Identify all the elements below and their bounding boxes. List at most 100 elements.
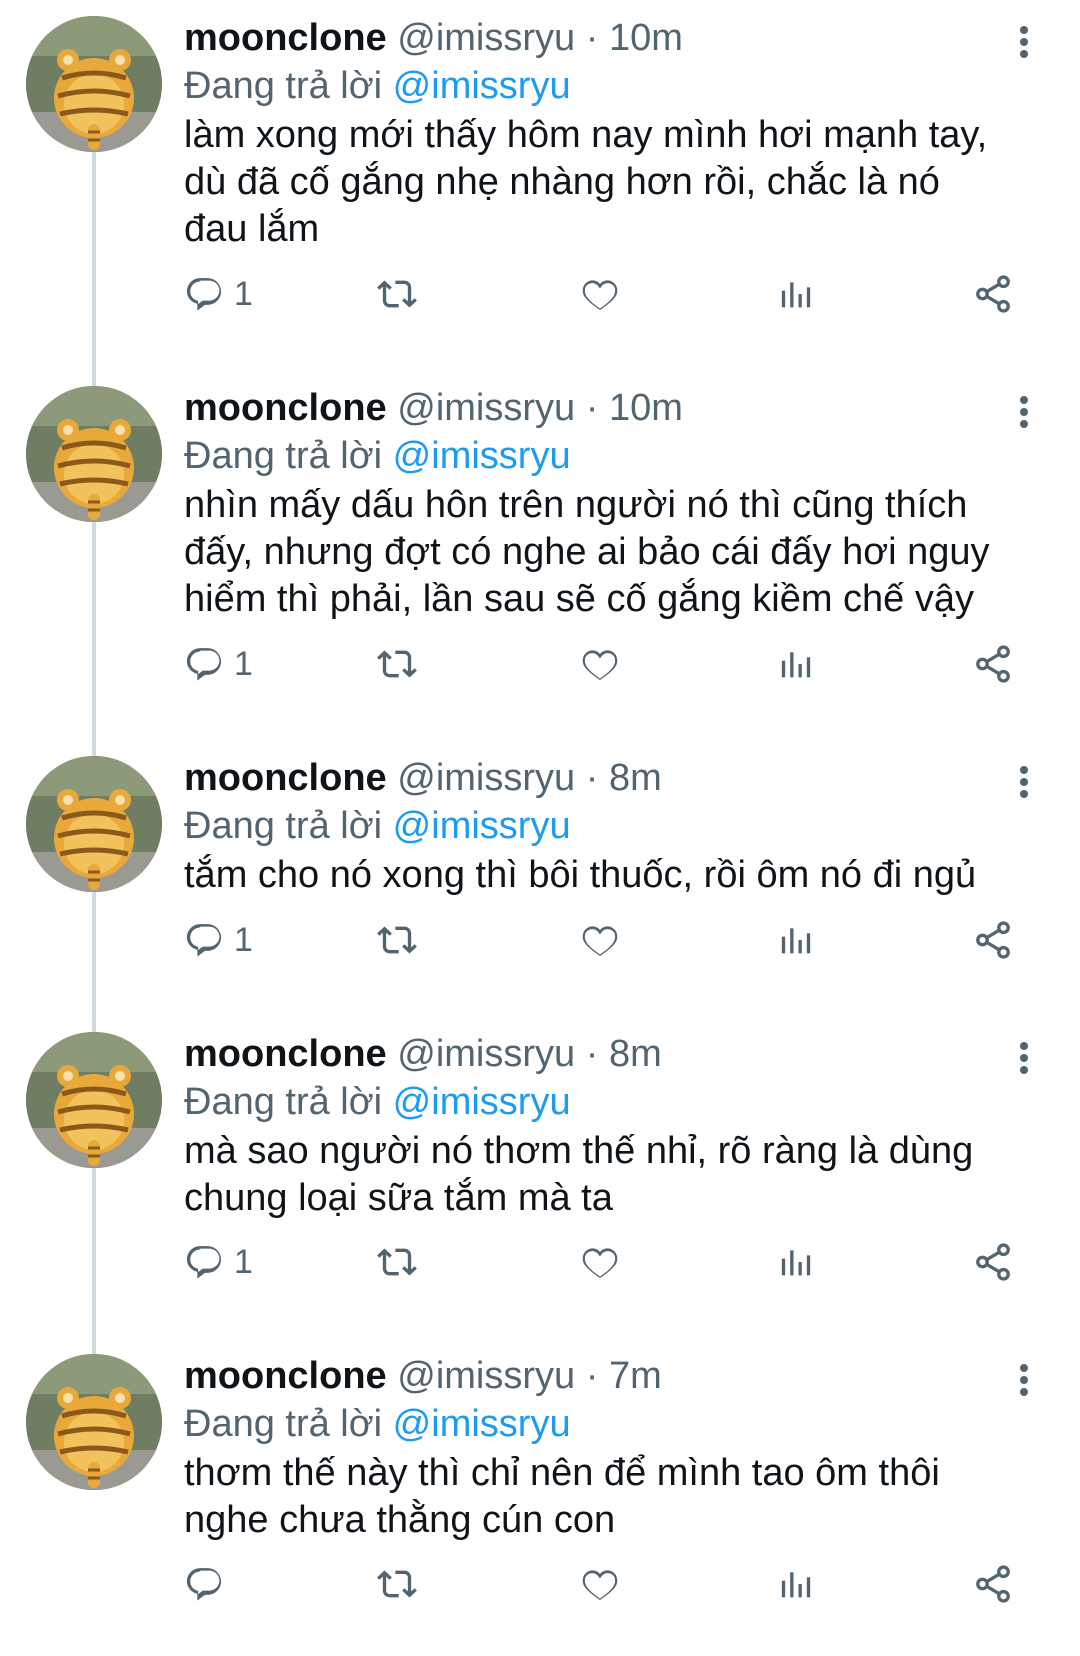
like-button[interactable]: [580, 636, 620, 692]
user-handle[interactable]: @imissryu: [397, 1355, 575, 1397]
mention-link[interactable]: @imissryu: [393, 65, 571, 107]
share-button[interactable]: [972, 1556, 1014, 1612]
reply-button[interactable]: [184, 1556, 234, 1612]
avatar[interactable]: [26, 756, 162, 892]
tweet-thread: moonclone @imissryu · 10m Đang trả lời @i…: [0, 0, 1080, 1656]
tweet-text-line: đấy, nhưng đợt có nghe ai bảo cái đấy hơ…: [184, 531, 990, 573]
user-handle[interactable]: @imissryu: [397, 757, 575, 799]
retweet-icon: [374, 644, 420, 684]
share-icon: [972, 919, 1014, 961]
tweet-text: tắm cho nó xong thì bôi thuốc, rồi ôm nó…: [184, 852, 1064, 899]
retweet-button[interactable]: [374, 912, 420, 968]
tweet-text-line: dù đã cố gắng nhẹ nhàng hơn rồi, chắc là…: [184, 161, 940, 203]
reply-button[interactable]: 1: [184, 912, 253, 968]
reply-button[interactable]: 1: [184, 1234, 253, 1290]
replying-to: Đang trả lời @imissryu: [184, 62, 571, 110]
tweet-text-line: mà sao người nó thơm thế nhỉ, rõ ràng là…: [184, 1130, 974, 1172]
share-icon: [972, 1563, 1014, 1605]
replying-to-label: Đang trả lời: [184, 805, 383, 847]
tweet-text-line: thơm thế này thì chỉ nên để mình tao ôm …: [184, 1452, 940, 1494]
heart-icon: [580, 1564, 620, 1604]
tweet[interactable]: moonclone @imissryu · 10m Đang trả lời @i…: [0, 370, 1080, 740]
display-name[interactable]: moonclone: [184, 387, 387, 429]
heart-icon: [580, 644, 620, 684]
tweet-text-line: tắm cho nó xong thì bôi thuốc, rồi ôm nó…: [184, 854, 977, 896]
replying-to: Đang trả lời @imissryu: [184, 802, 571, 850]
action-bar: 1: [184, 912, 1034, 968]
reply-button[interactable]: 1: [184, 636, 253, 692]
separator-dot: ·: [585, 1033, 599, 1075]
display-name[interactable]: moonclone: [184, 1033, 387, 1075]
tweet-header: moonclone @imissryu · 8m: [184, 1030, 662, 1078]
retweet-button[interactable]: [374, 1556, 420, 1612]
action-bar: 1: [184, 266, 1034, 322]
retweet-button[interactable]: [374, 636, 420, 692]
mention-link[interactable]: @imissryu: [393, 1403, 571, 1445]
tweet-header: moonclone @imissryu · 8m: [184, 754, 662, 802]
retweet-button[interactable]: [374, 266, 420, 322]
timestamp[interactable]: 7m: [609, 1355, 662, 1397]
tweet[interactable]: moonclone @imissryu · 10m Đang trả lời @i…: [0, 0, 1080, 370]
views-button[interactable]: [776, 1234, 816, 1290]
retweet-icon: [374, 920, 420, 960]
share-button[interactable]: [972, 912, 1014, 968]
user-handle[interactable]: @imissryu: [397, 17, 575, 59]
replying-to: Đang trả lời @imissryu: [184, 1078, 571, 1126]
tweet-header: moonclone @imissryu · 10m: [184, 384, 683, 432]
user-handle[interactable]: @imissryu: [397, 1033, 575, 1075]
like-button[interactable]: [580, 266, 620, 322]
display-name[interactable]: moonclone: [184, 757, 387, 799]
timestamp[interactable]: 10m: [609, 387, 683, 429]
avatar[interactable]: [26, 1354, 162, 1490]
views-button[interactable]: [776, 636, 816, 692]
retweet-icon: [374, 274, 420, 314]
replying-to: Đang trả lời @imissryu: [184, 1400, 571, 1448]
analytics-icon: [776, 1242, 816, 1282]
analytics-icon: [776, 274, 816, 314]
more-vertical-icon[interactable]: [1004, 762, 1044, 802]
avatar[interactable]: [26, 386, 162, 522]
display-name[interactable]: moonclone: [184, 17, 387, 59]
display-name[interactable]: moonclone: [184, 1355, 387, 1397]
like-button[interactable]: [580, 912, 620, 968]
like-button[interactable]: [580, 1556, 620, 1612]
analytics-icon: [776, 644, 816, 684]
tweet[interactable]: moonclone @imissryu · 8m Đang trả lời @im…: [0, 740, 1080, 1016]
share-button[interactable]: [972, 636, 1014, 692]
retweet-icon: [374, 1242, 420, 1282]
reply-icon: [184, 1242, 224, 1282]
tweet-header: moonclone @imissryu · 10m: [184, 14, 683, 62]
views-button[interactable]: [776, 1556, 816, 1612]
reply-count: 1: [234, 1242, 253, 1281]
mention-link[interactable]: @imissryu: [393, 1081, 571, 1123]
analytics-icon: [776, 920, 816, 960]
more-vertical-icon[interactable]: [1004, 1038, 1044, 1078]
retweet-button[interactable]: [374, 1234, 420, 1290]
reply-button[interactable]: 1: [184, 266, 253, 322]
tweet[interactable]: moonclone @imissryu · 7m Đang trả lời @im…: [0, 1338, 1080, 1656]
share-button[interactable]: [972, 266, 1014, 322]
timestamp[interactable]: 8m: [609, 1033, 662, 1075]
more-vertical-icon[interactable]: [1004, 22, 1044, 62]
views-button[interactable]: [776, 266, 816, 322]
separator-dot: ·: [585, 387, 599, 429]
reply-icon: [184, 920, 224, 960]
avatar[interactable]: [26, 16, 162, 152]
mention-link[interactable]: @imissryu: [393, 805, 571, 847]
mention-link[interactable]: @imissryu: [393, 435, 571, 477]
separator-dot: ·: [585, 757, 599, 799]
avatar[interactable]: [26, 1032, 162, 1168]
action-bar: 1: [184, 1234, 1034, 1290]
more-vertical-icon[interactable]: [1004, 1360, 1044, 1400]
tweet[interactable]: moonclone @imissryu · 8m Đang trả lời @im…: [0, 1016, 1080, 1338]
like-button[interactable]: [580, 1234, 620, 1290]
reply-count: 1: [234, 920, 253, 959]
share-button[interactable]: [972, 1234, 1014, 1290]
views-button[interactable]: [776, 912, 816, 968]
timestamp[interactable]: 10m: [609, 17, 683, 59]
user-handle[interactable]: @imissryu: [397, 387, 575, 429]
timestamp[interactable]: 8m: [609, 757, 662, 799]
tweet-text-line: nhìn mấy dấu hôn trên người nó thì cũng …: [184, 484, 968, 526]
more-vertical-icon[interactable]: [1004, 392, 1044, 432]
share-icon: [972, 273, 1014, 315]
